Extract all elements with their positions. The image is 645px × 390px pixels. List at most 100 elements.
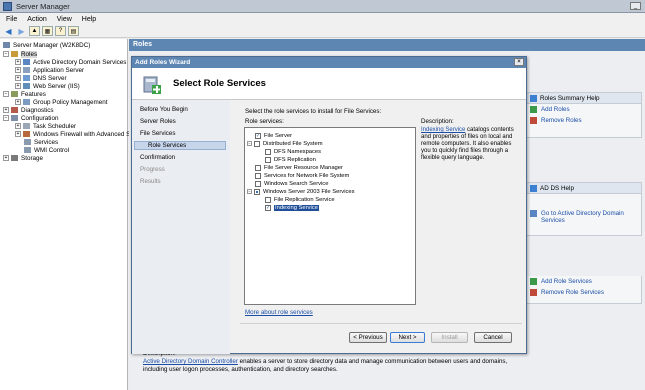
checkbox-unchecked[interactable] xyxy=(255,164,261,171)
collapse-icon[interactable]: − xyxy=(3,115,9,121)
show-hide-tree-icon[interactable]: ▦ xyxy=(42,26,53,36)
tree-role-app[interactable]: + Application Server xyxy=(15,66,84,74)
service-description-label: Description: xyxy=(421,118,454,125)
more-about-role-services-link[interactable]: More about role services xyxy=(245,309,313,316)
storage-icon xyxy=(11,155,18,161)
collapse-icon[interactable]: − xyxy=(3,51,9,57)
add-roles-link[interactable]: Add Roles xyxy=(527,104,641,115)
service-ws2003-file-services[interactable]: − Windows Server 2003 File Services xyxy=(247,188,355,195)
configuration-icon xyxy=(11,115,18,121)
firewall-icon xyxy=(23,131,30,137)
step-confirmation[interactable]: Confirmation xyxy=(140,154,175,161)
wizard-header: Select Role Services xyxy=(132,68,526,100)
menu-file[interactable]: File xyxy=(6,16,17,23)
tree-configuration[interactable]: − Configuration xyxy=(3,114,58,122)
tree-feature-gpm[interactable]: + Group Policy Management xyxy=(15,98,108,106)
role-services-list[interactable]: ✓ File Server − Distributed File System … xyxy=(244,127,416,305)
role-services-icon xyxy=(143,76,161,94)
button-separator xyxy=(240,323,522,324)
expand-icon[interactable]: + xyxy=(15,131,21,137)
adds-link[interactable]: Active Directory Domain Controller xyxy=(143,358,238,365)
checkbox-unchecked[interactable] xyxy=(254,140,260,147)
indexing-service-link[interactable]: Indexing Service xyxy=(421,127,465,133)
tree-diagnostics[interactable]: + Diagnostics xyxy=(3,106,54,114)
adds-help[interactable]: AD DS Help xyxy=(527,183,641,194)
remove-role-services-link[interactable]: Remove Role Services xyxy=(527,287,641,298)
previous-button[interactable]: < Previous xyxy=(349,332,387,343)
step-before-you-begin[interactable]: Before You Begin xyxy=(140,106,188,113)
service-dfs[interactable]: − Distributed File System xyxy=(247,140,323,147)
menu-action[interactable]: Action xyxy=(27,16,46,23)
expand-icon[interactable]: + xyxy=(3,107,9,113)
tree-config-task[interactable]: + Task Scheduler xyxy=(15,122,76,130)
next-button[interactable]: Next > xyxy=(390,332,425,343)
step-role-services[interactable]: Role Services xyxy=(134,141,226,150)
expand-icon[interactable]: + xyxy=(15,67,21,73)
tree-root[interactable]: Server Manager (W2K8DC) xyxy=(3,41,90,49)
step-server-roles[interactable]: Server Roles xyxy=(140,118,176,125)
menu-help[interactable]: Help xyxy=(82,16,96,23)
roles-icon xyxy=(11,51,18,57)
expand-icon[interactable]: + xyxy=(15,59,21,65)
wizard-instruction: Select the role services to install for … xyxy=(245,108,382,115)
roles-summary-help[interactable]: Roles Summary Help xyxy=(527,93,641,104)
service-dfs-namespaces[interactable]: DFS Namespaces xyxy=(265,148,321,155)
menu-bar: File Action View Help xyxy=(0,13,645,25)
expand-icon[interactable]: + xyxy=(15,83,21,89)
wizard-title-bar: Add Roles Wizard × xyxy=(132,57,526,68)
expand-icon[interactable]: + xyxy=(15,123,21,129)
cancel-button[interactable]: Cancel xyxy=(474,332,512,343)
checkbox-unchecked[interactable] xyxy=(255,180,261,187)
menu-view[interactable]: View xyxy=(57,16,72,23)
expand-icon[interactable]: + xyxy=(3,155,9,161)
service-dfs-replication[interactable]: DFS Replication xyxy=(265,156,316,163)
forward-arrow-icon[interactable]: ▶ xyxy=(16,26,27,36)
tree-role-dns[interactable]: + DNS Server xyxy=(15,74,67,82)
tree-roles[interactable]: − Roles xyxy=(3,50,38,58)
wizard-title: Add Roles Wizard xyxy=(135,59,191,66)
service-nfs[interactable]: Services for Network File System xyxy=(255,172,349,179)
collapse-icon[interactable]: − xyxy=(247,141,252,146)
service-fsrm[interactable]: File Server Resource Manager xyxy=(255,164,343,171)
close-icon[interactable]: × xyxy=(514,58,524,66)
go-to-adds-link[interactable]: Go to Active Directory Domain Services xyxy=(527,208,641,226)
step-results: Results xyxy=(140,178,161,185)
collapse-icon[interactable]: − xyxy=(3,91,9,97)
checkbox-unchecked[interactable] xyxy=(265,196,271,203)
tree-storage[interactable]: + Storage xyxy=(3,154,43,162)
install-button: Install xyxy=(431,332,468,343)
checkbox-unchecked[interactable] xyxy=(265,148,271,155)
back-arrow-icon[interactable]: ◀ xyxy=(3,26,14,36)
help-icon[interactable]: ? xyxy=(55,26,66,36)
tree-features[interactable]: − Features xyxy=(3,90,46,98)
service-file-replication[interactable]: File Replication Service xyxy=(265,196,335,203)
checkbox-unchecked[interactable] xyxy=(255,172,261,179)
app-server-icon xyxy=(23,67,30,73)
add-icon xyxy=(530,278,537,285)
add-icon xyxy=(530,106,537,113)
expand-icon[interactable]: + xyxy=(15,99,21,105)
up-folder-icon[interactable]: ▲ xyxy=(29,26,40,36)
collapse-icon[interactable]: − xyxy=(247,189,252,194)
properties-icon[interactable]: ▤ xyxy=(68,26,79,36)
title-bar: Server Manager _ xyxy=(0,0,645,13)
help-icon xyxy=(530,94,537,102)
tree-config-wmi[interactable]: WMI Control xyxy=(24,146,69,154)
role-services-label: Role services: xyxy=(245,118,284,125)
tree-config-firewall[interactable]: + Windows Firewall with Advanced Sec... xyxy=(15,130,142,138)
checkbox-checked[interactable]: ✓ xyxy=(265,204,271,211)
service-windows-search[interactable]: Windows Search Service xyxy=(255,180,328,187)
minimize-button[interactable]: _ xyxy=(630,2,641,10)
expand-icon[interactable]: + xyxy=(15,75,21,81)
service-file-server[interactable]: ✓ File Server xyxy=(255,132,292,139)
checkbox-checked[interactable]: ✓ xyxy=(255,132,261,139)
checkbox-unchecked[interactable] xyxy=(265,156,271,163)
tree-config-services[interactable]: Services xyxy=(24,138,58,146)
service-indexing[interactable]: ✓ Indexing Service xyxy=(265,204,319,211)
remove-roles-link[interactable]: Remove Roles xyxy=(527,115,641,126)
add-role-services-link[interactable]: Add Role Services xyxy=(527,276,641,287)
step-file-services[interactable]: File Services xyxy=(140,130,175,137)
tree-role-iis[interactable]: + Web Server (IIS) xyxy=(15,82,80,90)
tree-role-adds[interactable]: + Active Directory Domain Services xyxy=(15,58,126,66)
checkbox-indeterminate[interactable] xyxy=(254,188,260,195)
